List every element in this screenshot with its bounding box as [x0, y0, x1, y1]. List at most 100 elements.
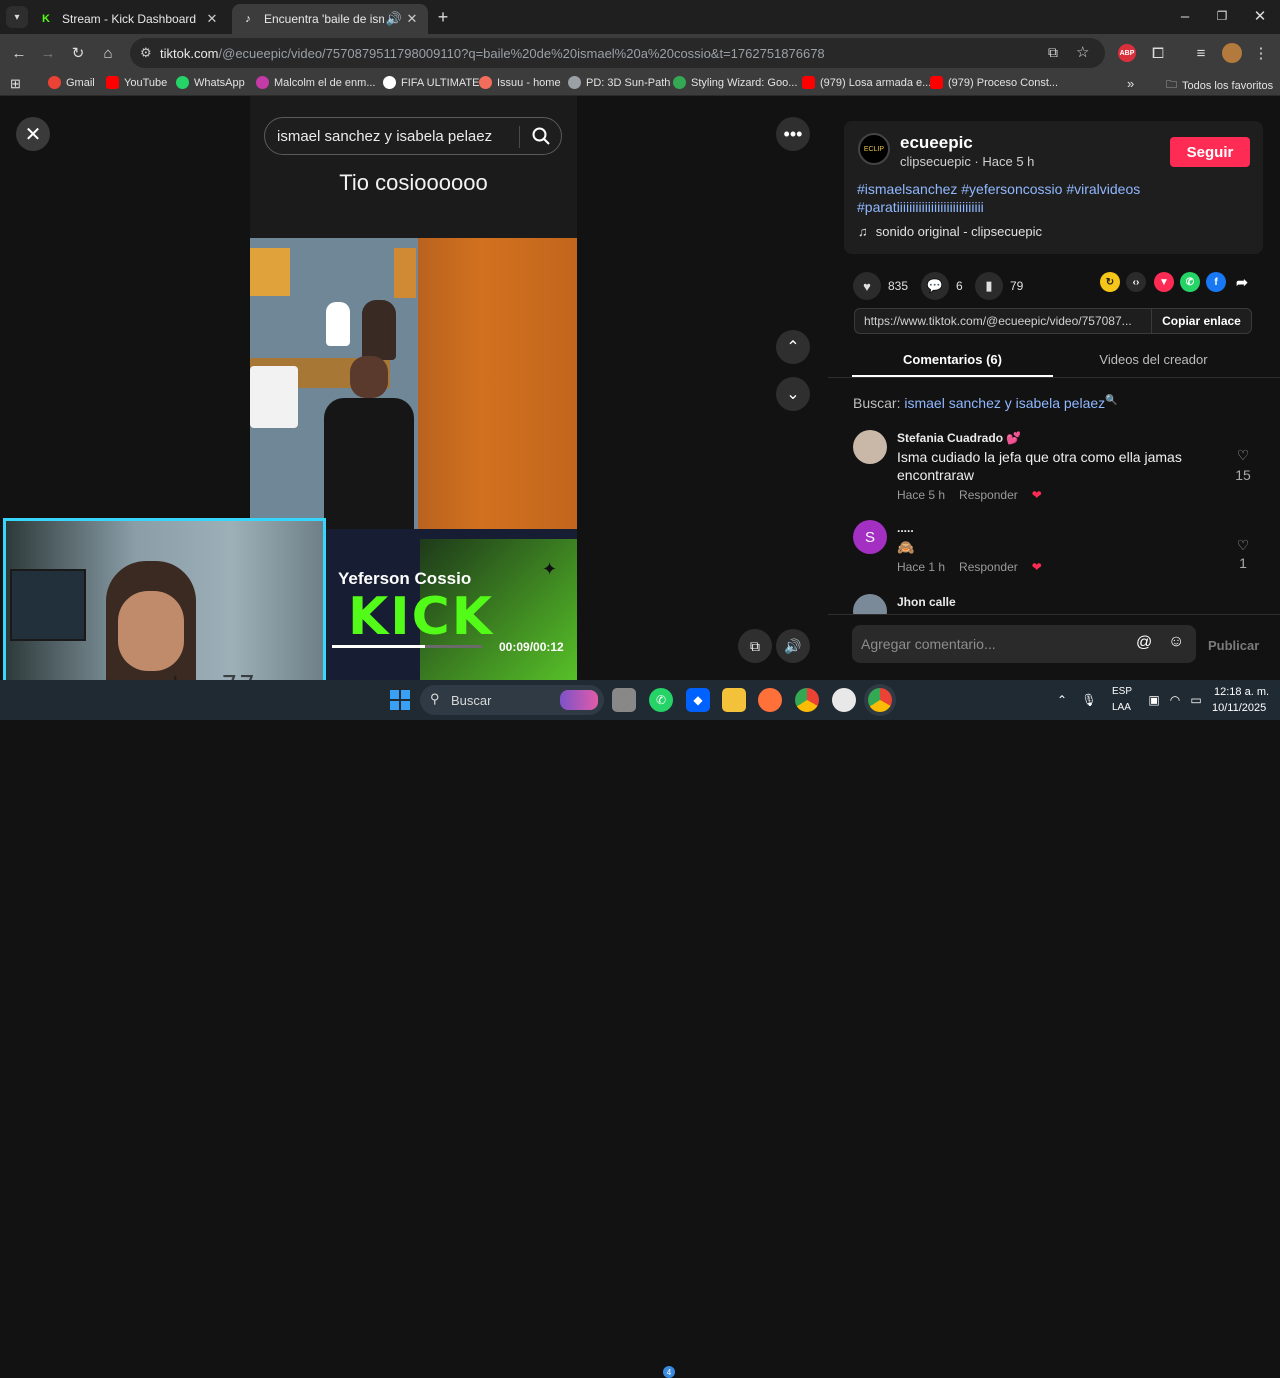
follow-button[interactable]: Seguir [1170, 137, 1250, 167]
comment-like-icon[interactable]: ♡ [1233, 447, 1253, 464]
comment-composer: Agregar comentario... @ ☺ Publicar [828, 614, 1280, 680]
tab-search-dropdown-icon[interactable]: ▾ [6, 6, 28, 28]
windows-start-icon[interactable] [388, 688, 412, 712]
task-view-icon[interactable] [612, 688, 636, 712]
profile-avatar[interactable] [1222, 43, 1242, 63]
commenter-avatar[interactable]: S [853, 520, 887, 554]
comment-button[interactable]: 💬 6 [921, 272, 963, 300]
share-arrow-icon[interactable]: ➦ [1232, 272, 1252, 292]
audio-icon[interactable]: 🔊 [384, 11, 404, 27]
close-tab-icon[interactable]: ✕ [204, 11, 220, 27]
more-bookmarks-icon[interactable]: » [1127, 76, 1134, 91]
tab-creator-videos[interactable]: Videos del creador [1053, 345, 1254, 377]
bookmark-star-icon[interactable]: ☆ [1076, 43, 1089, 61]
address-bar[interactable]: ⚙ tiktok.com/@ecueepic/video/75708795117… [130, 38, 1105, 68]
commenter-avatar[interactable] [853, 430, 887, 464]
whatsapp-taskbar-icon[interactable]: ✆ [649, 688, 673, 712]
bookmark-sunpath[interactable]: PD: 3D Sun-Path [568, 76, 670, 89]
bookmark-styling-wizard[interactable]: Styling Wizard: Goo... [673, 76, 797, 89]
install-app-icon[interactable]: ⧉ [1048, 44, 1058, 61]
commenter-name[interactable]: ..... [897, 521, 914, 535]
tab-tiktok[interactable]: ♪ Encuentra 'baile de ismael s 🔊 ✕ [232, 4, 428, 34]
author-avatar[interactable]: ECLIP [858, 133, 890, 165]
comment-like-icon[interactable]: ♡ [1233, 537, 1253, 554]
video-progress-bar[interactable] [332, 645, 482, 648]
chrome-icon[interactable] [795, 688, 819, 712]
embed-icon[interactable]: ‹› [1126, 272, 1146, 292]
reload-icon[interactable]: ↻ [67, 42, 89, 64]
facebook-share-icon[interactable]: f [1206, 272, 1226, 292]
bookmark-whatsapp[interactable]: WhatsApp [176, 76, 245, 89]
reply-button[interactable]: Responder [959, 560, 1018, 574]
commenter-name[interactable]: Jhon calle [897, 595, 956, 609]
search-query-link[interactable]: ismael sanchez y isabela pelaez [904, 395, 1105, 411]
clock-date[interactable]: 10/11/2025 [1212, 702, 1266, 714]
adblock-icon[interactable]: ABP [1118, 44, 1136, 62]
firefox-icon[interactable] [758, 688, 782, 712]
publish-button[interactable]: Publicar [1208, 638, 1259, 653]
whatsapp-share-icon[interactable]: ✆ [1180, 272, 1200, 292]
bookmark-gmail[interactable]: Gmail [48, 76, 95, 89]
tab-comments[interactable]: Comentarios (6) [852, 345, 1053, 377]
volume-button[interactable]: 🔊 [776, 629, 810, 663]
search-input[interactable]: ismael sanchez y isabela pelaez [277, 128, 492, 145]
bookmark-issuu[interactable]: Issuu - home [479, 76, 561, 89]
search-icon[interactable] [531, 126, 551, 146]
previous-video-button[interactable]: ⌃ [776, 330, 810, 364]
media-control-icon[interactable]: ≡ [1190, 42, 1212, 64]
like-button[interactable]: ♥ 835 [853, 272, 908, 300]
repost-icon[interactable]: ↻ [1100, 272, 1120, 292]
copy-link-button[interactable]: Copiar enlace [1151, 309, 1251, 333]
new-tab-icon[interactable]: + [432, 6, 454, 28]
comment-input[interactable]: Agregar comentario... @ ☺ [852, 625, 1196, 663]
browser-toolbar: ← → ↻ ⌂ ⚙ tiktok.com/@ecueepic/video/757… [0, 34, 1280, 72]
bookmark-fifa[interactable]: FIFA ULTIMATE [383, 76, 479, 89]
site-info-icon[interactable]: ⚙ [140, 45, 152, 61]
comment-search-suggestion[interactable]: Buscar: ismael sanchez y isabela pelaez🔍 [853, 395, 1118, 411]
bookmark-losa-armada[interactable]: (979) Losa armada e... [802, 76, 931, 89]
forward-icon[interactable]: → [37, 42, 59, 64]
tray-overflow-icon[interactable]: ⌃ [1050, 688, 1074, 712]
input-language[interactable]: ESP [1112, 686, 1132, 697]
bookmark-proceso[interactable]: (979) Proceso Const... [930, 76, 1058, 89]
keyboard-layout[interactable]: LAA [1112, 702, 1131, 713]
back-icon[interactable]: ← [8, 42, 30, 64]
chrome-active-icon[interactable] [868, 688, 892, 712]
save-button[interactable]: ▮ 79 [975, 272, 1023, 300]
home-icon[interactable]: ⌂ [97, 42, 119, 64]
close-tab-icon[interactable]: ✕ [404, 11, 420, 27]
reply-button[interactable]: Responder [959, 488, 1018, 502]
file-explorer-icon[interactable] [722, 688, 746, 712]
menu-icon[interactable]: ⋮ [1250, 42, 1272, 64]
dropbox-icon[interactable]: ◆ [686, 688, 710, 712]
close-video-button[interactable]: ✕ [16, 117, 50, 151]
maximize-icon[interactable]: ❐ [1211, 5, 1233, 27]
bookmark-label: PD: 3D Sun-Path [586, 76, 671, 89]
author-name[interactable]: ecueepic [900, 133, 973, 153]
all-bookmarks[interactable]: 🗀 Todos los favoritos [1166, 76, 1273, 95]
video-link[interactable]: https://www.tiktok.com/@ecueepic/video/7… [864, 314, 1132, 328]
commenter-name[interactable]: Stefania Cuadrado 💕 [897, 431, 1021, 445]
apps-icon[interactable]: ⊞ [10, 76, 21, 92]
bookmark-malcolm[interactable]: Malcolm el de enm... [256, 76, 375, 89]
obs-icon[interactable] [832, 688, 856, 712]
search-bar[interactable]: ismael sanchez y isabela pelaez [264, 117, 562, 155]
tab-kick-dashboard[interactable]: K Stream - Kick Dashboard ✕ [30, 4, 228, 34]
extensions-icon[interactable]: ⧠ [1147, 42, 1169, 64]
video-hashtags[interactable]: #ismaelsanchez #yefersoncossio #viralvid… [857, 180, 1237, 216]
emoji-icon[interactable]: ☺ [1168, 633, 1184, 651]
next-video-button[interactable]: ⌄ [776, 377, 810, 411]
sound-link[interactable]: ♫ sonido original - clipsecuepic [858, 224, 1042, 239]
taskbar-search[interactable]: ⚲ Buscar [420, 685, 604, 715]
floating-player-button[interactable]: ⧉ [738, 629, 772, 663]
commenter-avatar[interactable] [853, 594, 887, 614]
more-options-button[interactable]: ••• [776, 117, 810, 151]
close-window-icon[interactable]: ✕ [1249, 5, 1271, 27]
send-icon[interactable]: ▼ [1154, 272, 1174, 292]
minimize-icon[interactable]: – [1174, 5, 1196, 27]
clock-time[interactable]: 12:18 a. m. [1214, 686, 1269, 698]
mention-icon[interactable]: @ [1136, 634, 1152, 652]
bookmark-youtube[interactable]: YouTube [106, 76, 167, 89]
battery-icon[interactable]: ▭ [1184, 688, 1208, 712]
microphone-icon[interactable]: 🎙 [1077, 688, 1101, 712]
